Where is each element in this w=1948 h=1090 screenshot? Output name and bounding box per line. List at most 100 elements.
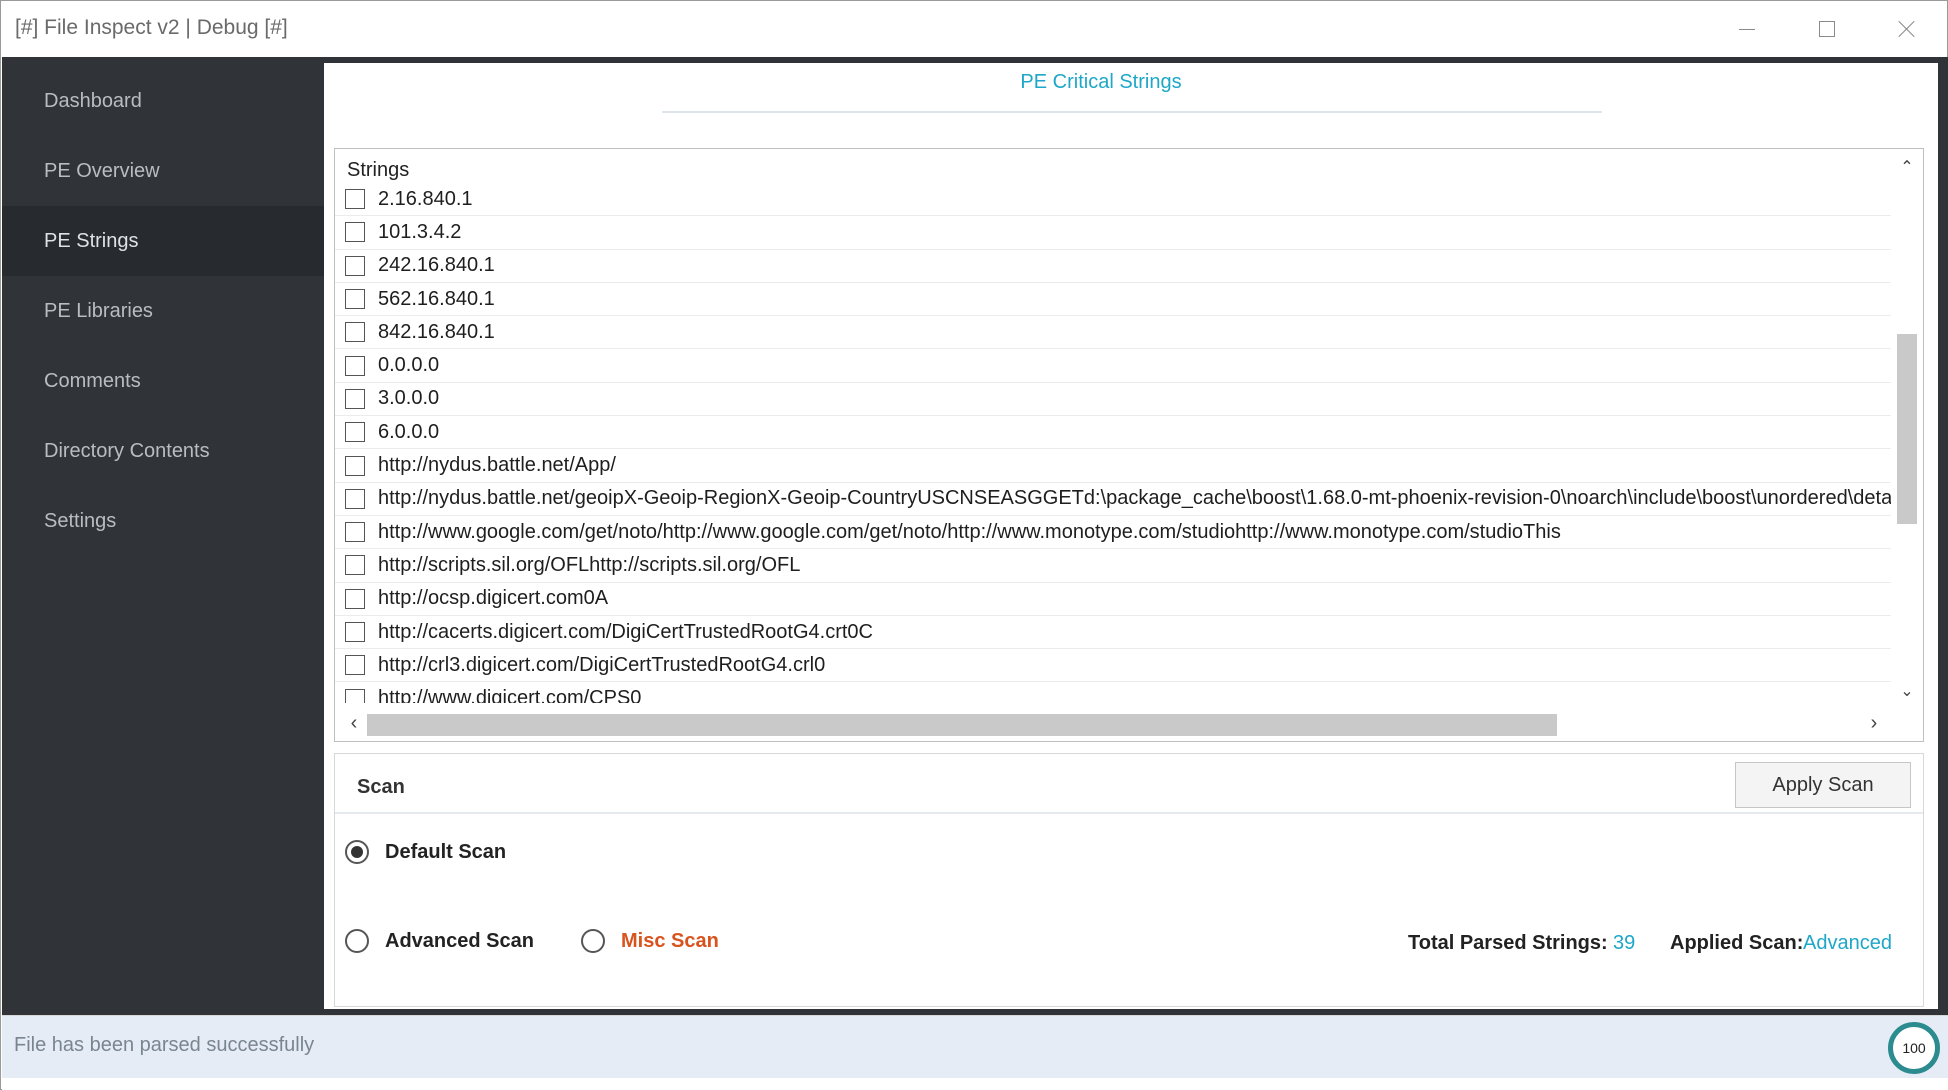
default-scan-radio[interactable]: Default Scan [345, 840, 506, 864]
sidebar-item-comments[interactable]: Comments [2, 346, 324, 416]
list-item[interactable]: http://crl3.digicert.com/DigiCertTrusted… [335, 649, 1891, 683]
list-item[interactable]: 6.0.0.0 [335, 416, 1891, 450]
sidebar-item-label: PE Libraries [44, 299, 153, 322]
string-checkbox[interactable] [345, 189, 365, 210]
strings-list[interactable]: 2.16.840.1 101.3.4.2 242.16.840.1 562.16… [335, 183, 1891, 703]
string-value: 562.16.840.1 [378, 287, 495, 310]
string-checkbox[interactable] [345, 655, 365, 676]
list-item[interactable]: 562.16.840.1 [335, 283, 1891, 317]
close-icon [1898, 20, 1916, 38]
string-value: 6.0.0.0 [378, 420, 440, 443]
list-item[interactable]: 3.0.0.0 [335, 383, 1891, 417]
list-item[interactable]: 242.16.840.1 [335, 250, 1891, 283]
list-item[interactable]: 101.3.4.2 [335, 216, 1891, 250]
total-parsed-strings-label: Total Parsed Strings: [1408, 932, 1608, 954]
string-checkbox[interactable] [345, 355, 365, 376]
title-bar[interactable]: [#] File Inspect v2 | Debug [#] [1, 1, 1947, 57]
string-checkbox[interactable] [345, 255, 365, 276]
window-title: [#] File Inspect v2 | Debug [#] [15, 16, 288, 39]
sidebar-item-directory-contents[interactable]: Directory Contents [2, 416, 324, 486]
main-content: PE Critical Strings Strings 2.16.840.1 1… [324, 63, 1938, 1009]
list-item[interactable]: 842.16.840.1 [335, 316, 1891, 350]
sidebar-item-dashboard[interactable]: Dashboard [2, 66, 324, 136]
string-value: http://nydus.battle.net/geoipX-Geoip-Reg… [378, 487, 1891, 510]
string-checkbox[interactable] [345, 422, 365, 443]
scan-divider [335, 812, 1923, 814]
string-checkbox[interactable] [345, 388, 365, 409]
sidebar-item-pe-strings[interactable]: PE Strings [2, 206, 324, 276]
string-value: 3.0.0.0 [378, 387, 440, 410]
sidebar-item-pe-libraries[interactable]: PE Libraries [2, 276, 324, 346]
radio-selected-icon[interactable] [345, 840, 369, 864]
sidebar-item-label: PE Overview [44, 159, 160, 182]
list-item[interactable]: http://nydus.battle.net/geoipX-Geoip-Reg… [335, 483, 1891, 516]
minimize-button[interactable] [1707, 1, 1787, 57]
string-value: 242.16.840.1 [378, 254, 495, 277]
string-value: 101.3.4.2 [378, 220, 462, 243]
scroll-up-icon[interactable]: ⌃ [1891, 153, 1923, 181]
string-value: http://cacerts.digicert.com/DigiCertTrus… [378, 620, 873, 643]
sidebar-item-label: Settings [44, 509, 117, 532]
string-value: 0.0.0.0 [378, 354, 440, 377]
strings-list-panel: Strings 2.16.840.1 101.3.4.2 242.16.840.… [334, 148, 1924, 742]
string-checkbox[interactable] [345, 555, 365, 576]
close-button[interactable] [1867, 1, 1947, 57]
apply-scan-button[interactable]: Apply Scan [1735, 762, 1911, 808]
app-window: [#] File Inspect v2 | Debug [#] Dashboar… [0, 0, 1948, 1090]
string-value: http://www.google.com/get/noto/http://ww… [378, 520, 1561, 543]
string-value: 842.16.840.1 [378, 320, 495, 343]
sidebar-item-label: Comments [44, 369, 141, 392]
list-item[interactable]: http://www.digicert.com/CPS0 [335, 682, 1891, 703]
list-item[interactable]: http://scripts.sil.org/OFLhttp://scripts… [335, 549, 1891, 583]
sidebar-item-label: PE Strings [44, 229, 139, 252]
string-checkbox[interactable] [345, 622, 365, 642]
page-title: PE Critical Strings [1020, 71, 1182, 93]
radio-unselected-icon[interactable] [345, 929, 369, 953]
string-checkbox[interactable] [345, 455, 365, 476]
maximize-button[interactable] [1787, 1, 1867, 57]
list-item[interactable]: http://www.google.com/get/noto/http://ww… [335, 516, 1891, 550]
string-checkbox[interactable] [345, 588, 365, 609]
advanced-scan-radio[interactable]: Advanced Scan [345, 929, 534, 953]
misc-scan-label: Misc Scan [621, 929, 719, 952]
string-checkbox[interactable] [345, 322, 365, 343]
list-item[interactable]: http://cacerts.digicert.com/DigiCertTrus… [335, 616, 1891, 650]
horizontal-scroll-thumb[interactable] [367, 714, 1557, 736]
string-checkbox[interactable] [345, 289, 365, 310]
string-value: http://crl3.digicert.com/DigiCertTrusted… [378, 653, 826, 676]
vertical-scrollbar[interactable]: ⌃ ⌄ [1891, 149, 1923, 705]
list-item[interactable]: http://nydus.battle.net/App/ [335, 449, 1891, 483]
list-item[interactable]: http://ocsp.digicert.com0A [335, 583, 1891, 616]
string-checkbox[interactable] [345, 522, 365, 543]
list-item[interactable]: 0.0.0.0 [335, 349, 1891, 383]
string-checkbox[interactable] [345, 222, 365, 243]
total-parsed-strings-value: 39 [1613, 932, 1636, 954]
string-value: 2.16.840.1 [378, 187, 473, 210]
default-scan-label: Default Scan [385, 840, 507, 863]
horizontal-scrollbar[interactable]: ‹ › [335, 705, 1891, 741]
vertical-scroll-thumb[interactable] [1897, 334, 1917, 524]
sidebar-item-label: Dashboard [44, 89, 142, 112]
progress-ring: 100 [1888, 1022, 1940, 1074]
advanced-scan-label: Advanced Scan [385, 929, 534, 952]
applied-scan-label: Applied Scan: [1670, 932, 1804, 954]
string-value: http://nydus.battle.net/App/ [378, 454, 616, 477]
applied-scan-value: Advanced [1803, 932, 1892, 954]
scan-panel: Scan Apply Scan Default Scan Advanced Sc… [334, 753, 1924, 1007]
list-item[interactable]: 2.16.840.1 [335, 183, 1891, 217]
string-checkbox[interactable] [345, 488, 365, 509]
string-checkbox[interactable] [345, 688, 365, 703]
strings-column-header: Strings [347, 159, 410, 181]
string-value: http://www.digicert.com/CPS0 [378, 687, 642, 703]
misc-scan-radio[interactable]: Misc Scan [581, 929, 719, 953]
title-underline [662, 111, 1602, 113]
sidebar-item-settings[interactable]: Settings [2, 486, 324, 556]
status-bar: File has been parsed successfully 100 [2, 1015, 1948, 1090]
scroll-down-icon[interactable]: ⌄ [1891, 677, 1923, 705]
sidebar-item-pe-overview[interactable]: PE Overview [2, 136, 324, 206]
radio-unselected-icon[interactable] [581, 929, 605, 953]
scroll-right-icon[interactable]: › [1859, 705, 1889, 741]
scan-section-label: Scan [357, 776, 405, 798]
sidebar-nav: Dashboard PE Overview PE Strings PE Libr… [2, 57, 324, 1015]
scroll-left-icon[interactable]: ‹ [339, 705, 369, 741]
